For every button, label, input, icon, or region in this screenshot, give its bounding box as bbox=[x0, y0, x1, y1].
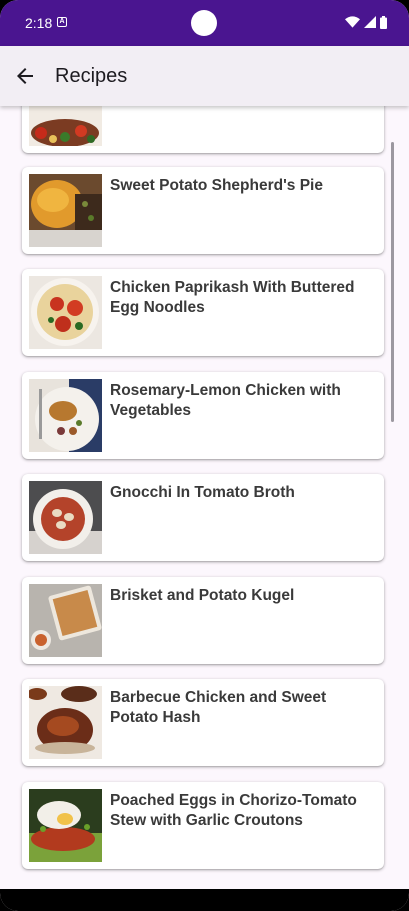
recipe-title: Gnocchi In Tomato Broth bbox=[110, 484, 295, 501]
recipe-thumbnail bbox=[29, 106, 102, 146]
recipe-card[interactable]: Chicken Paprikash With Buttered Egg Nood… bbox=[22, 269, 384, 356]
recipe-card[interactable]: Poached Eggs in Chorizo-Tomato Stew with… bbox=[22, 782, 384, 869]
notification-icon: A bbox=[57, 17, 67, 27]
battery-icon bbox=[380, 15, 387, 29]
status-bar: 2:18 A bbox=[0, 0, 409, 46]
recipe-title: Barbecue Chicken and Sweet Potato Hash bbox=[110, 689, 327, 726]
status-time: 2:18 bbox=[25, 15, 53, 31]
recipe-card[interactable]: Barbecue Chicken and Sweet Potato Hash bbox=[22, 679, 384, 766]
recipe-title: Brisket and Potato Kugel bbox=[110, 587, 295, 604]
status-icons bbox=[345, 15, 387, 29]
recipe-card[interactable]: Gnocchi In Tomato Broth bbox=[22, 474, 384, 561]
recipe-card[interactable] bbox=[22, 106, 384, 153]
scrollbar[interactable] bbox=[391, 142, 394, 422]
camera-cutout bbox=[191, 10, 217, 36]
signal-icon bbox=[364, 16, 376, 28]
recipe-title: Chicken Paprikash With Buttered Egg Nood… bbox=[110, 279, 355, 316]
page-title: Recipes bbox=[55, 65, 128, 87]
recipe-card[interactable]: Brisket and Potato Kugel bbox=[22, 577, 384, 664]
navigation-bar bbox=[0, 889, 409, 911]
recipe-thumbnail bbox=[29, 789, 102, 862]
wifi-icon bbox=[345, 16, 360, 28]
back-button[interactable] bbox=[13, 64, 37, 88]
recipe-thumbnail bbox=[29, 584, 102, 657]
recipe-title: Poached Eggs in Chorizo-Tomato Stew with… bbox=[110, 792, 357, 829]
recipe-thumbnail bbox=[29, 379, 102, 452]
app-bar: Recipes bbox=[0, 46, 409, 106]
phone-screen: 2:18 A Recipes Sweet Potato Shepherd's P… bbox=[0, 0, 409, 911]
recipe-thumbnail bbox=[29, 276, 102, 349]
recipe-thumbnail bbox=[29, 174, 102, 247]
arrow-back-icon bbox=[17, 68, 33, 84]
recipe-card[interactable]: Rosemary-Lemon Chicken with Vegetables bbox=[22, 372, 384, 459]
recipe-list[interactable]: Sweet Potato Shepherd's Pie Chicken Papr… bbox=[0, 106, 409, 890]
recipe-card[interactable]: Sweet Potato Shepherd's Pie bbox=[22, 167, 384, 254]
recipe-thumbnail bbox=[29, 686, 102, 759]
recipe-title: Sweet Potato Shepherd's Pie bbox=[110, 177, 323, 194]
recipe-title: Rosemary-Lemon Chicken with Vegetables bbox=[110, 382, 341, 419]
recipe-thumbnail bbox=[29, 481, 102, 554]
